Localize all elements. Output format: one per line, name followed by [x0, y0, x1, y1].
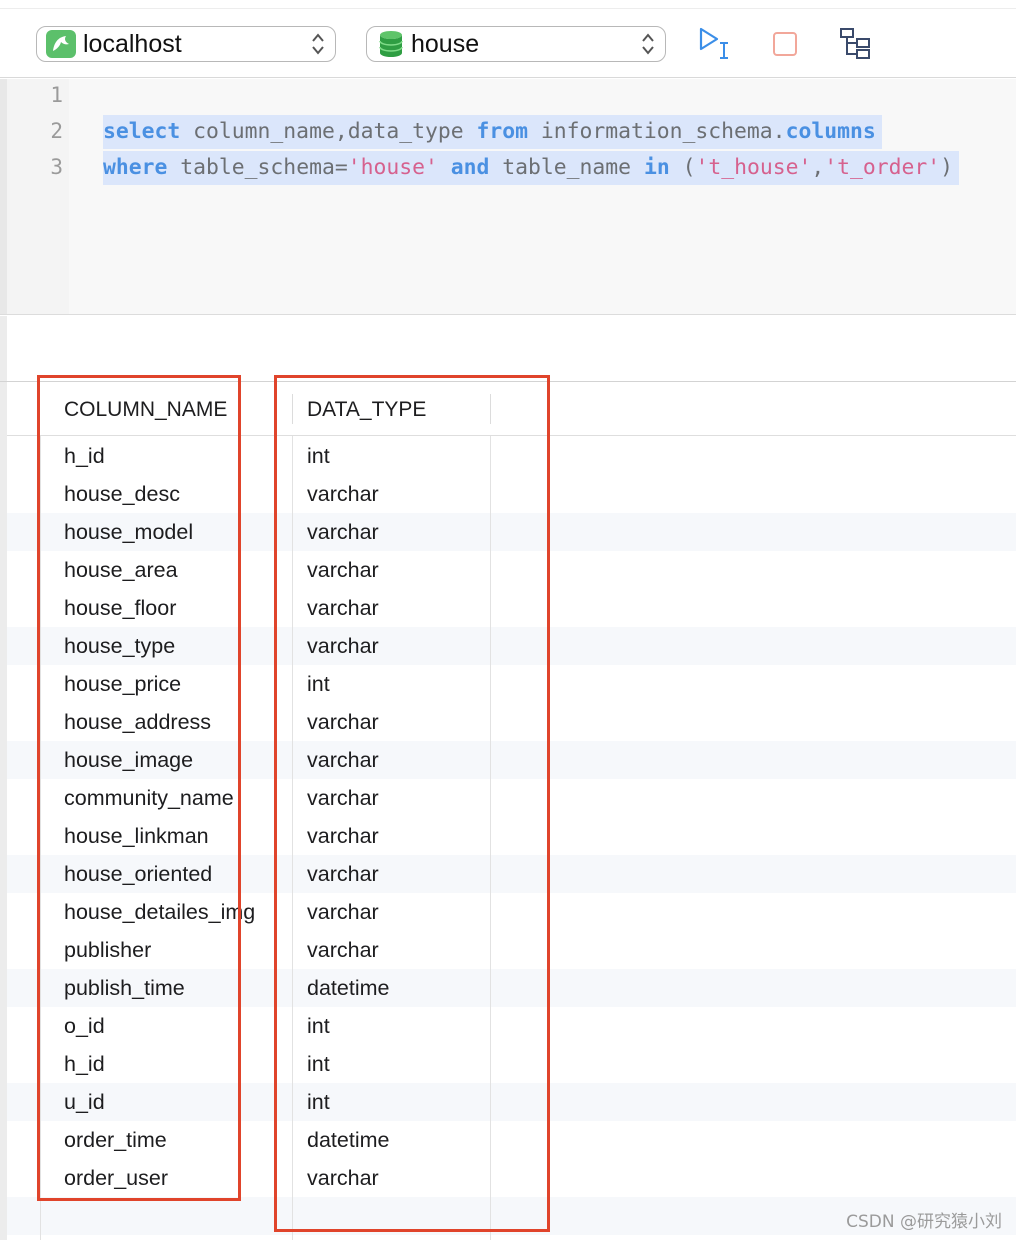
database-select[interactable]: house [366, 26, 666, 62]
mysql-dolphin-icon [46, 30, 76, 58]
splitter[interactable] [0, 316, 1016, 381]
sql-identifier: ) [940, 155, 954, 180]
left-border [0, 316, 7, 381]
sql-string: 't_house' [695, 155, 812, 180]
code-area[interactable]: select column_name,data_type from inform… [70, 79, 1016, 314]
stop-button[interactable] [764, 26, 806, 62]
highlight-box-column-name [37, 375, 241, 1201]
sql-keyword: where [103, 155, 168, 180]
sql-identifier: information_schema. [528, 119, 786, 144]
line-number: 2 [50, 119, 63, 143]
table-row[interactable] [7, 1235, 1016, 1240]
line-number: 1 [50, 83, 63, 107]
explain-tree-icon [840, 28, 870, 59]
select-arrows-icon [642, 33, 654, 55]
sql-keyword: select [103, 119, 181, 144]
explain-button[interactable] [834, 26, 876, 62]
connection-select[interactable]: localhost [36, 26, 336, 62]
sql-identifier: table_schema= [167, 155, 348, 180]
watermark: CSDN @研究猿小刘 [846, 1212, 1002, 1232]
window-divider [0, 8, 1016, 9]
toolbar: localhost house [0, 0, 1016, 78]
run-button[interactable] [694, 26, 736, 62]
editor-left-border [0, 79, 7, 314]
sql-identifier [438, 155, 451, 180]
stop-icon [773, 32, 797, 56]
sql-editor[interactable]: 1 2 3 select column_name,data_type from … [0, 79, 1016, 315]
highlight-box-data-type [274, 375, 550, 1232]
connection-label: localhost [83, 29, 182, 58]
sql-identifier: column_name,data_type [180, 119, 477, 144]
code-line-2[interactable]: select column_name,data_type from inform… [103, 115, 882, 149]
line-number-gutter: 1 2 3 [7, 79, 69, 314]
sql-keyword: columns [785, 119, 876, 144]
sql-keyword: from [476, 119, 528, 144]
code-line-3[interactable]: where table_schema='house' and table_nam… [103, 151, 960, 185]
database-label: house [411, 29, 480, 58]
line-number: 3 [50, 155, 63, 179]
sql-identifier: table_name [489, 155, 644, 180]
sql-keyword: in [643, 155, 670, 180]
sql-identifier: , [811, 155, 825, 180]
run-current-icon [699, 27, 728, 59]
sql-string: 'house' [347, 155, 438, 180]
sql-keyword: and [450, 155, 490, 180]
select-arrows-icon [312, 33, 324, 55]
sql-string: 't_order' [824, 155, 941, 180]
sql-identifier: ( [669, 155, 696, 180]
database-icon [379, 31, 403, 57]
left-border [0, 382, 7, 1240]
